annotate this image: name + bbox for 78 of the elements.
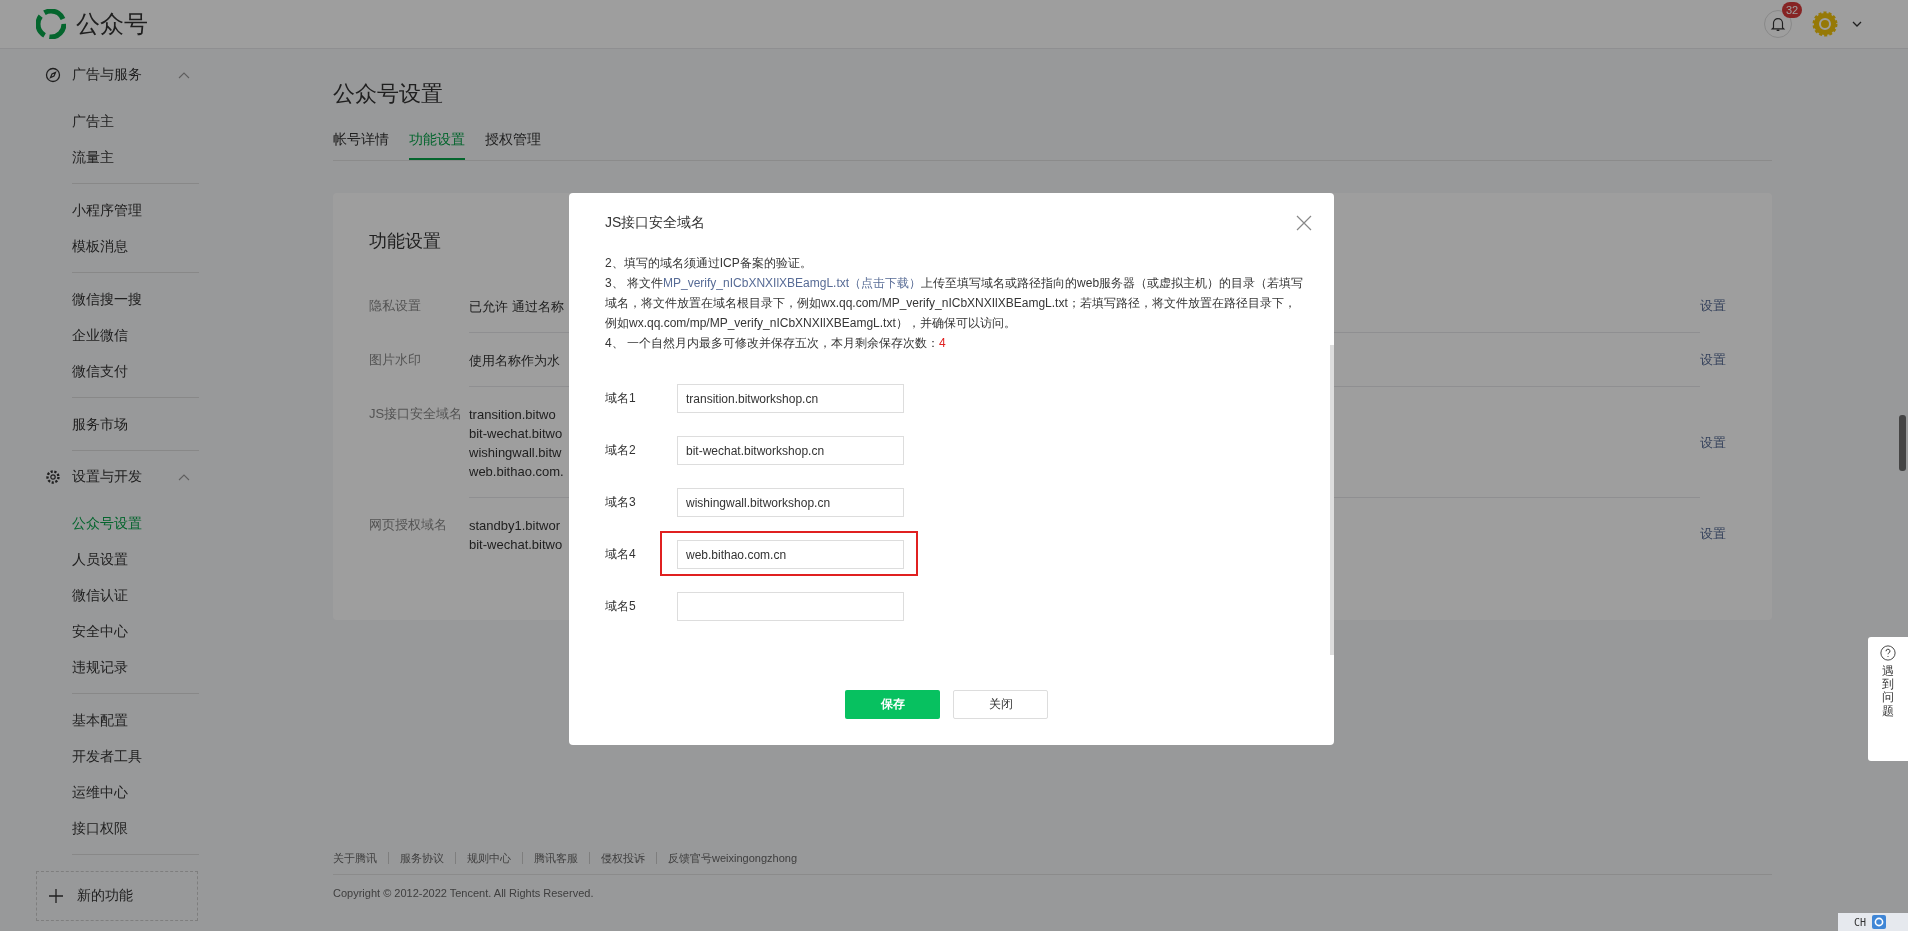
scrollbar-thumb[interactable] bbox=[1899, 415, 1906, 471]
sidebar-item[interactable]: 微信搜一搜 bbox=[72, 281, 199, 317]
sidebar-item[interactable]: 运维中心 bbox=[72, 774, 199, 810]
notification-badge: 32 bbox=[1782, 2, 1803, 18]
footer-link[interactable]: 侵权投诉 bbox=[589, 852, 656, 864]
input-field[interactable]: wishingwall.bitworkshop.cn bbox=[677, 488, 904, 517]
field-label: 域名3 bbox=[605, 494, 637, 511]
sidebar-item[interactable]: 微信认证 bbox=[72, 577, 199, 613]
plus-icon bbox=[49, 889, 63, 903]
compass-icon bbox=[45, 67, 61, 83]
footer-link[interactable]: 关于腾讯 bbox=[333, 852, 388, 864]
app-icon[interactable] bbox=[1872, 915, 1887, 929]
dialog-title: JS接口安全域名 bbox=[605, 214, 706, 232]
setting-value: standby1.bitwor bbox=[469, 517, 561, 535]
input-field[interactable]: transition.bitworkshop.cn bbox=[677, 384, 904, 413]
logo-icon bbox=[36, 9, 66, 39]
close-icon[interactable] bbox=[1296, 215, 1312, 231]
logo-text: 公众号 bbox=[76, 9, 148, 39]
setting-label: 图片水印 bbox=[369, 351, 422, 369]
sidebar-item[interactable]: 流量主 bbox=[72, 139, 199, 175]
setting-value: wishingwall.bitw bbox=[469, 444, 562, 462]
sidebar-item[interactable]: 接口权限 bbox=[72, 810, 199, 846]
field-label: 域名2 bbox=[605, 442, 637, 459]
footer-link[interactable]: 腾讯客服 bbox=[522, 852, 589, 864]
sidebar-section-header[interactable]: 设置与开发 bbox=[36, 457, 196, 497]
footer-link[interactable]: 反馈官号weixingongzhong bbox=[656, 852, 808, 864]
close-button[interactable]: 关闭 bbox=[953, 689, 1048, 719]
sidebar-item[interactable]: 违规记录 bbox=[72, 649, 199, 685]
help-panel[interactable]: 遇到问题 bbox=[1868, 637, 1908, 761]
card-title: 功能设置 bbox=[369, 230, 442, 253]
instruction-text: 2、填写的域名须通过ICP备案的验证。 bbox=[605, 255, 813, 272]
page-title: 公众号设置 bbox=[333, 80, 444, 108]
instruction-text: 3、 将文件MP_verify_nICbXNXIlXBEamgL.txt（点击下载）上传至填写域名或路径指向的web服务器（或虚拟主机）的目录（若填写域名，将文件放置在域名根目录下，例如wx.qq.com/MP_verify_nICbXNXIlXBEamgL.txt；若填写路径，将文件放置在路径目录下，例如wx.qq.com/mp/MP_verify_nICbXNXIlXBEamgL.txt），并确保可以访问。 bbox=[605, 275, 1305, 332]
copyright-text: Copyright © 2012-2022 Tencent. All Rights Reserved. bbox=[333, 887, 595, 899]
setting-label: JS接口安全域名 bbox=[369, 405, 464, 423]
sidebar-item[interactable]: 小程序管理 bbox=[72, 192, 199, 228]
gear-icon bbox=[45, 469, 61, 485]
tab[interactable]: 授权管理 bbox=[485, 125, 541, 160]
scrollbar-thumb[interactable] bbox=[1330, 345, 1334, 655]
footer-link[interactable]: 规则中心 bbox=[455, 852, 522, 864]
field-label: 域名5 bbox=[605, 598, 637, 615]
sidebar-item[interactable]: 人员设置 bbox=[72, 541, 199, 577]
input-field[interactable] bbox=[677, 592, 904, 621]
setting-label: 隐私设置 bbox=[369, 297, 422, 315]
sidebar-item[interactable]: 微信支付 bbox=[72, 353, 199, 389]
setting-label: 网页授权域名 bbox=[369, 516, 448, 534]
field-label: 域名1 bbox=[605, 390, 637, 407]
sidebar-item[interactable]: 安全中心 bbox=[72, 613, 199, 649]
settings-link[interactable]: 设置 bbox=[1700, 297, 1726, 315]
footer-link[interactable]: 服务协议 bbox=[388, 852, 455, 864]
sidebar-item[interactable]: 服务市场 bbox=[72, 406, 199, 442]
settings-link[interactable]: 设置 bbox=[1700, 351, 1726, 369]
setting-value: bit-wechat.bitwo bbox=[469, 536, 563, 554]
sidebar-item[interactable]: 模板消息 bbox=[72, 228, 199, 264]
sidebar-section-header[interactable]: 广告与服务 bbox=[36, 55, 196, 95]
setting-value: 已允许 通过名称 bbox=[469, 298, 564, 316]
chevron-down-icon[interactable] bbox=[1852, 21, 1862, 27]
download-link[interactable]: MP_verify_nICbXNXIlXBEamgL.txt（点击下载） bbox=[663, 276, 922, 290]
sidebar-item[interactable]: 广告主 bbox=[72, 103, 199, 139]
sidebar-item[interactable]: 基本配置 bbox=[72, 702, 199, 738]
settings-link[interactable]: 设置 bbox=[1700, 525, 1726, 543]
help-text: 遇到问题 bbox=[1882, 665, 1894, 718]
setting-value: bit-wechat.bitwo bbox=[469, 425, 563, 443]
field-label: 域名4 bbox=[605, 546, 637, 563]
sidebar-item[interactable]: 企业微信 bbox=[72, 317, 199, 353]
ime-indicator[interactable]: CH bbox=[1854, 916, 1867, 928]
input-field[interactable]: web.bithao.com.cn bbox=[677, 540, 904, 569]
setting-value: web.bithao.com. bbox=[469, 463, 564, 481]
sidebar-item[interactable]: 开发者工具 bbox=[72, 738, 199, 774]
settings-link[interactable]: 设置 bbox=[1700, 433, 1726, 452]
bell-icon bbox=[1769, 15, 1787, 33]
setting-value: transition.bitwo bbox=[469, 406, 556, 424]
setting-value: 使用名称作为水 bbox=[469, 352, 560, 370]
tab[interactable]: 帐号详情 bbox=[333, 125, 389, 160]
input-field[interactable]: bit-wechat.bitworkshop.cn bbox=[677, 436, 904, 465]
instruction-text: 4、 一个自然月内最多可修改并保存五次，本月剩余保存次数：4 bbox=[605, 335, 947, 352]
question-icon bbox=[1880, 645, 1896, 661]
new-feature-button[interactable]: 新的功能 bbox=[36, 871, 198, 921]
